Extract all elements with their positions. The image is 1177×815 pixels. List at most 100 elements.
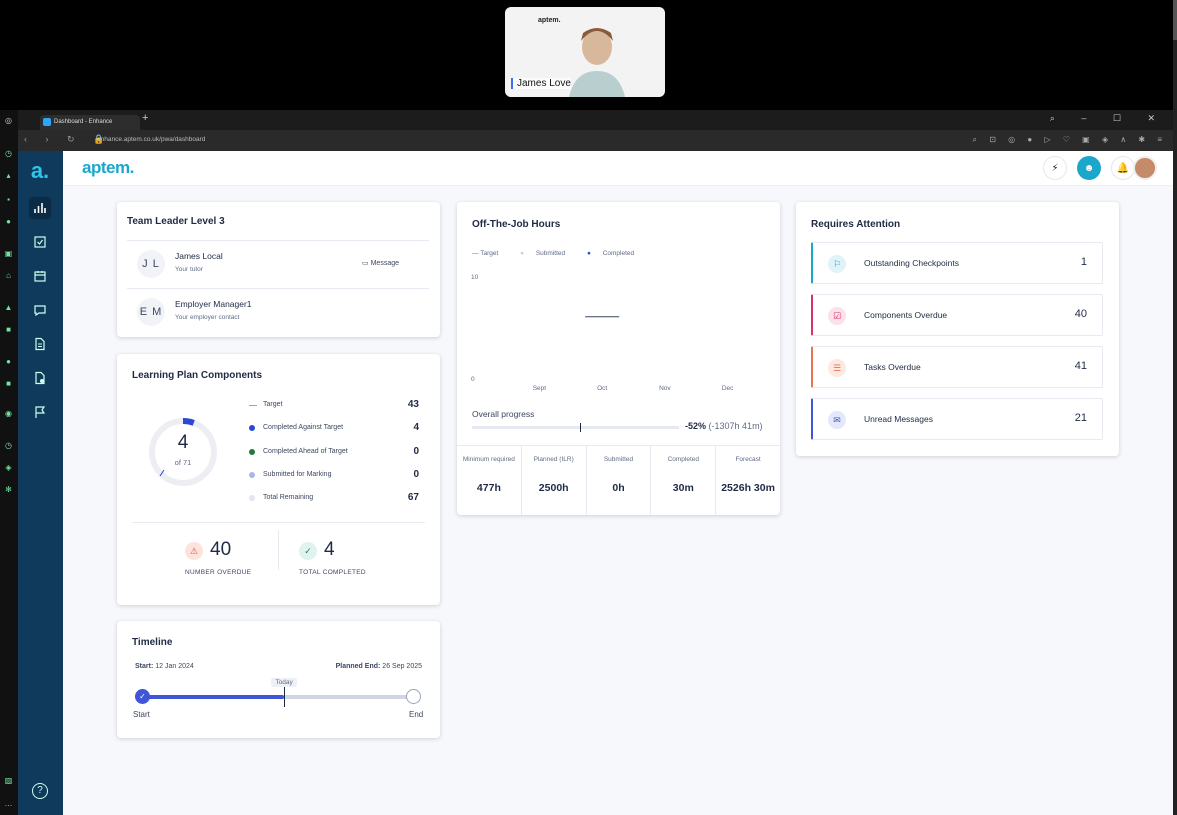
- message-button[interactable]: ▭ Message: [362, 259, 399, 267]
- otj-chart: 0 10 Sept Oct Nov Dec: [471, 274, 734, 392]
- url-field[interactable]: enhance.aptem.co.uk/pwa/dashboard: [97, 136, 205, 143]
- rail-home-icon[interactable]: ⌂: [3, 270, 14, 281]
- attention-row-messages[interactable]: ✉ Unread Messages 21: [811, 398, 1103, 440]
- task-list-icon: ☰: [828, 359, 846, 377]
- browser-menu-icon[interactable]: ◎: [3, 115, 14, 126]
- sidebar-item-evidence[interactable]: [29, 367, 51, 389]
- rail-history-icon[interactable]: ◷: [3, 148, 14, 159]
- attention-row-tasks[interactable]: ☰ Tasks Overdue 41: [811, 346, 1103, 388]
- start-check-icon: ✓: [135, 689, 150, 704]
- rail-player-icon[interactable]: ◉: [3, 408, 14, 419]
- team-card: Team Leader Level 3 J L James Local Your…: [117, 202, 440, 337]
- rail-app-icon[interactable]: ▲: [3, 302, 14, 313]
- rail-clock-icon[interactable]: ◷: [3, 440, 14, 451]
- legend-value: 0: [413, 446, 419, 457]
- extension-icons[interactable]: ⌕ ⊡ ◎ ● ▷ ♡ ▣ ◈ ∧ ✱ ≡: [973, 135, 1167, 145]
- tutor-role: Your tutor: [175, 266, 203, 273]
- rail-more-icon[interactable]: …: [3, 798, 14, 809]
- employer-avatar: E M: [137, 298, 165, 326]
- brand-logo[interactable]: aptem.: [82, 158, 134, 178]
- donut-total: of 71: [174, 458, 192, 467]
- legend-submitted[interactable]: ● Submitted: [520, 250, 575, 257]
- cell-label: Planned (ILR): [533, 456, 574, 463]
- rail-settings-icon[interactable]: ✻: [3, 484, 14, 495]
- rail-chat-icon[interactable]: ▪: [3, 194, 14, 205]
- new-tab-button[interactable]: +: [142, 112, 148, 124]
- legend-label: Completed Ahead of Target: [263, 448, 348, 455]
- legend-completed[interactable]: ● Completed: [587, 250, 644, 257]
- tutor-avatar: J L: [137, 250, 165, 278]
- scrollbar[interactable]: [1173, 0, 1177, 815]
- rail-whatsapp-icon[interactable]: ●: [3, 216, 14, 227]
- start-date: 12 Jan 2024: [155, 663, 194, 670]
- lightning-icon[interactable]: ⚡: [1043, 156, 1067, 180]
- completed-label: TOTAL COMPLETED: [299, 569, 366, 576]
- sidebar-item-checkpoints[interactable]: [29, 401, 51, 423]
- cell-value: 2526h 30m: [721, 482, 775, 494]
- attention-label: Unread Messages: [864, 414, 933, 424]
- tab-bar: Dashboard - Enhance + ⌕ – ☐ ✕: [18, 110, 1173, 130]
- help-icon[interactable]: ?: [32, 783, 48, 799]
- legend-target[interactable]: — Target: [472, 250, 508, 257]
- rail-image-icon[interactable]: ▨: [3, 775, 14, 786]
- attention-row-checkpoints[interactable]: ⚐ Outstanding Checkpoints 1: [811, 242, 1103, 284]
- sidebar-item-calendar[interactable]: [29, 265, 51, 287]
- person-row-employer[interactable]: E M Employer Manager1 Your employer cont…: [127, 288, 429, 333]
- divider: [278, 530, 279, 570]
- dot-icon: ●: [520, 250, 525, 257]
- video-call-tile[interactable]: aptem. James Love: [505, 7, 665, 97]
- requires-attention-card: Requires Attention ⚐ Outstanding Checkpo…: [796, 202, 1119, 456]
- cell-label: Submitted: [603, 456, 634, 463]
- sidebar-item-messages[interactable]: [29, 299, 51, 321]
- timeline-start-date: Start: 12 Jan 2024: [135, 663, 194, 670]
- sidebar-item-dashboard[interactable]: [29, 197, 51, 219]
- dot-icon: ●: [586, 250, 591, 257]
- person-row-tutor[interactable]: J L James Local Your tutor ▭ Message: [127, 240, 429, 285]
- attention-title: Requires Attention: [811, 219, 901, 230]
- today-label: Today: [271, 678, 297, 687]
- message-icon: ▭: [362, 260, 369, 267]
- legend-label: Submitted for Marking: [263, 471, 332, 478]
- calendar-icon: [34, 271, 46, 282]
- overdue-value: 40: [210, 539, 232, 560]
- team-card-title: Team Leader Level 3: [127, 216, 225, 227]
- app-logo[interactable]: a.: [29, 160, 51, 183]
- overall-detail: (-1307h 41m): [708, 421, 763, 431]
- cell-label: Minimum required: [462, 456, 515, 463]
- browser-sidebar: ◎ ◷ ▴ ▪ ● ▣ ⌂ ▲ ■ ● ■ ◉ ◷ ◈ ✻ ▨ …: [0, 110, 18, 815]
- rail-music-icon[interactable]: ●: [3, 356, 14, 367]
- browser-tab[interactable]: Dashboard - Enhance: [40, 115, 140, 130]
- sidebar-item-documents[interactable]: [29, 333, 51, 355]
- legend-label: Total Remaining: [263, 494, 314, 501]
- checkbox-icon: ☑: [828, 307, 846, 325]
- sidebar-item-tasks[interactable]: [29, 231, 51, 253]
- legend-completed-against: Completed Against Target 4: [249, 422, 419, 435]
- window-controls[interactable]: ⌕ – ☐ ✕: [1050, 113, 1167, 124]
- learning-plan-card: Learning Plan Components 4 of 71 Target …: [117, 354, 440, 605]
- x-tick-label: Sept: [533, 385, 547, 392]
- rail-twitch-icon[interactable]: ■: [3, 378, 14, 389]
- rail-work-icon[interactable]: ▣: [3, 248, 14, 259]
- rail-bag-icon[interactable]: ▴: [3, 170, 14, 181]
- overall-progress-label: Overall progress: [472, 409, 535, 419]
- rail-cube-icon[interactable]: ◈: [3, 462, 14, 473]
- scrollbar-thumb[interactable]: [1173, 0, 1177, 40]
- employer-role: Your employer contact: [175, 314, 240, 321]
- user-avatar[interactable]: [1133, 156, 1157, 180]
- document-icon: [35, 337, 45, 351]
- bell-icon[interactable]: 🔔: [1111, 156, 1135, 180]
- bot-assistant-icon[interactable]: ☻: [1077, 156, 1101, 180]
- legend-completed-ahead: Completed Ahead of Target 0: [249, 446, 419, 459]
- cell-minimum-required: Minimum required 477h: [457, 446, 522, 515]
- chart-legend: — Target ● Submitted ● Completed: [472, 250, 654, 257]
- legend-label: Target: [263, 401, 283, 408]
- screen: aptem. James Love ◎ ◷ ▴ ▪ ● ▣ ⌂ ▲ ■ ● ■ …: [0, 0, 1177, 815]
- attention-label: Outstanding Checkpoints: [864, 258, 959, 268]
- x-tick-label: Oct: [597, 385, 607, 392]
- attention-value: 1: [1080, 256, 1087, 268]
- rail-discord-icon[interactable]: ■: [3, 324, 14, 335]
- flag-icon: [35, 406, 46, 418]
- attention-row-components[interactable]: ☑ Components Overdue 40: [811, 294, 1103, 336]
- end-label: End: [409, 710, 424, 719]
- start-label: Start: [133, 710, 150, 719]
